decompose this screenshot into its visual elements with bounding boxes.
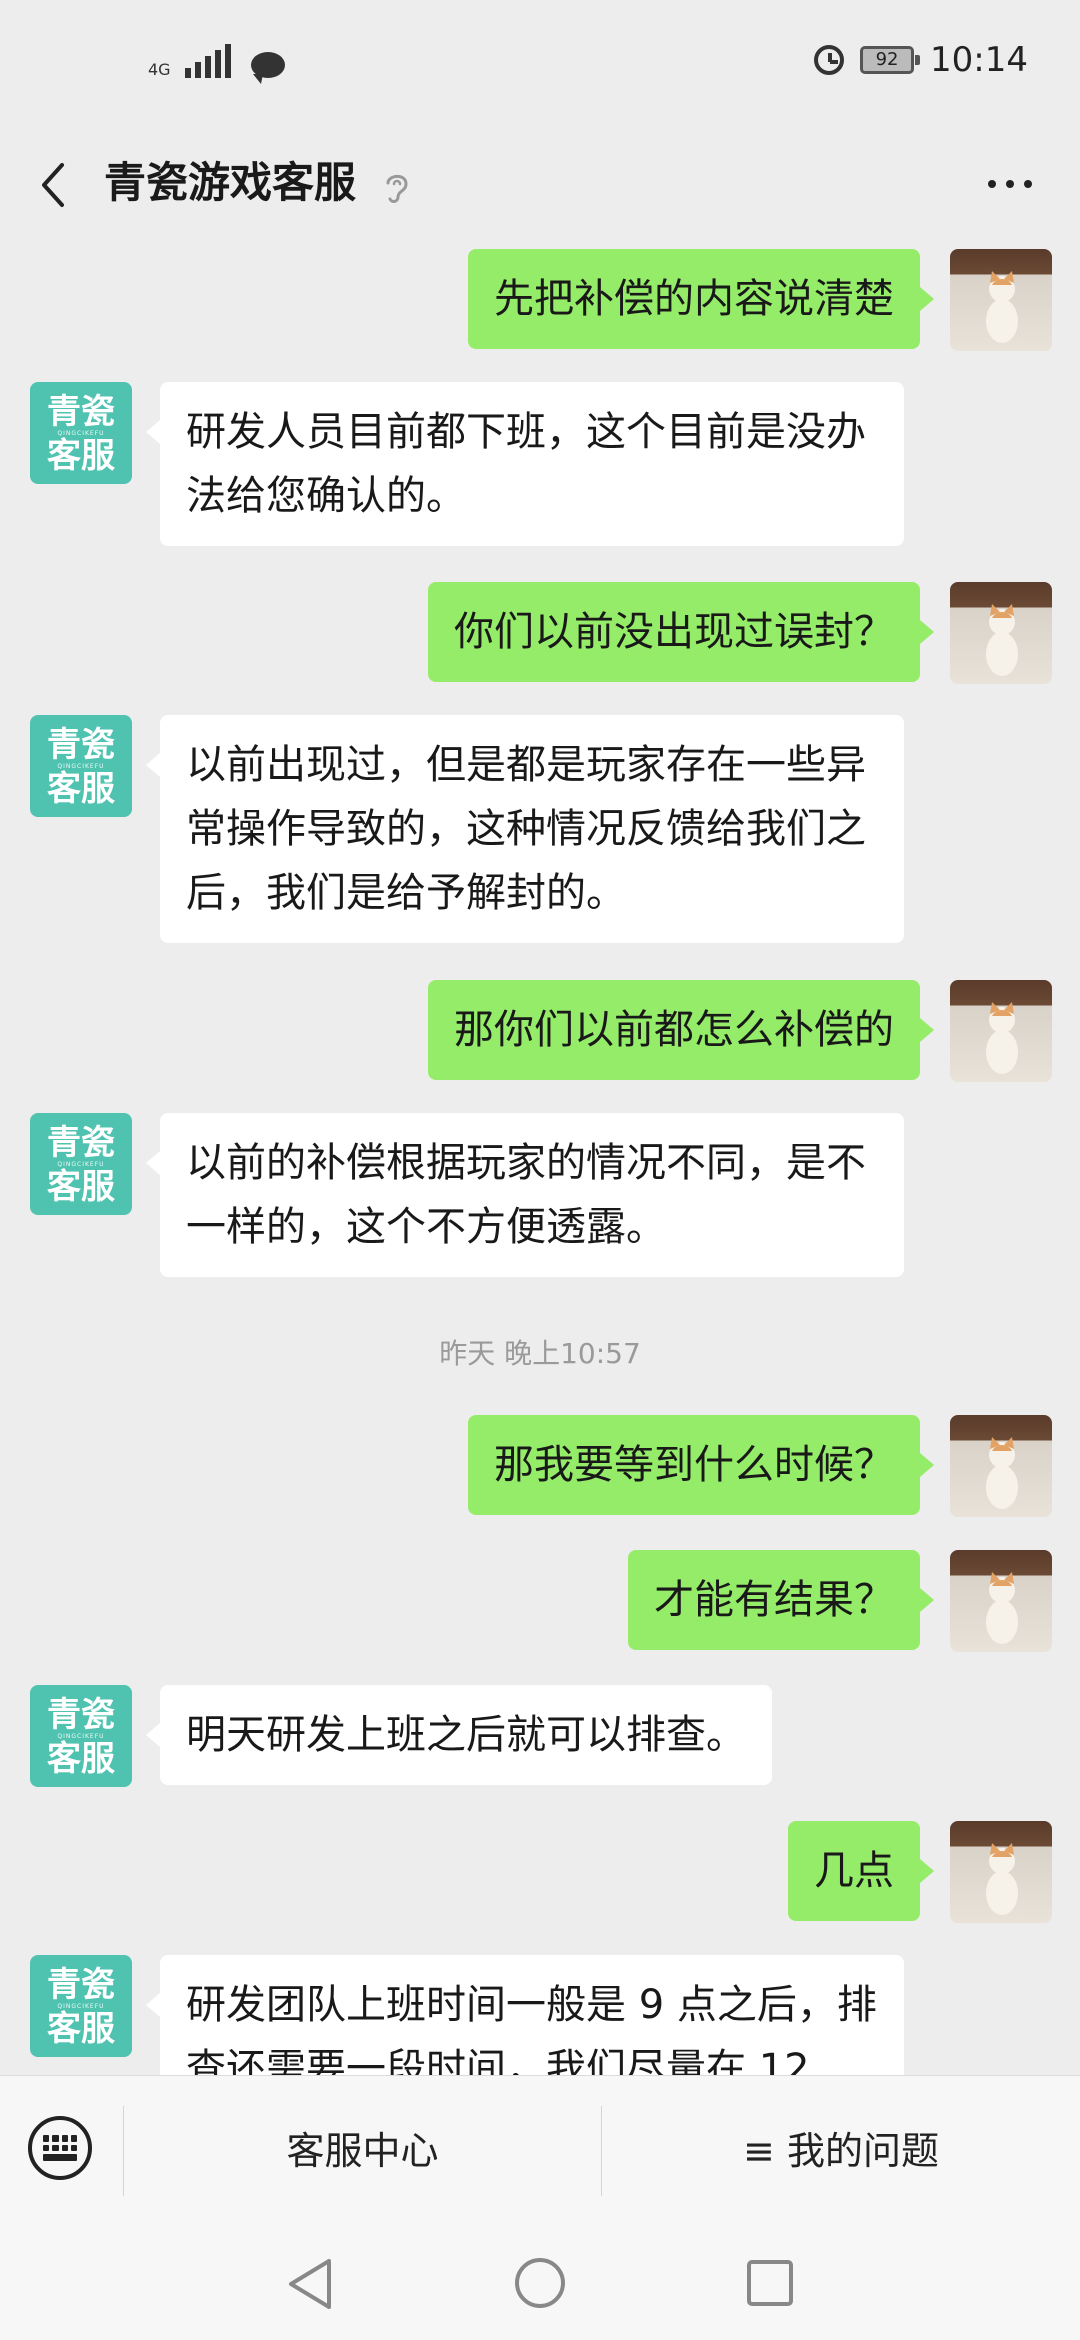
avatar-text-bottom: 客服 — [47, 2009, 115, 2049]
timestamp: 昨天 晚上10:57 — [439, 1337, 641, 1370]
service-avatar[interactable]: 青瓷 QINGCIKEFU 客服 — [30, 1113, 132, 1215]
network-type: 4G — [148, 60, 171, 79]
battery-indicator: 92 — [860, 46, 921, 74]
incoming-message[interactable]: 研发人员目前都下班，这个目前是没办法给您确认的。 — [146, 382, 904, 546]
dot — [1024, 180, 1032, 188]
avatar-subtext: QINGCIKEFU — [57, 763, 105, 770]
cat-icon — [986, 1002, 1018, 1074]
avatar-text-bottom: 客服 — [47, 1739, 115, 1779]
service-avatar[interactable]: 青瓷 QINGCIKEFU 客服 — [30, 1685, 132, 1787]
avatar-text-bottom: 客服 — [47, 436, 115, 476]
bottom-menu-bar: 客服中心 ≡ 我的问题 — [0, 2075, 1080, 2226]
page-title: 青瓷游戏客服 — [104, 158, 357, 207]
avatar-text-top: 青瓷 — [47, 1965, 115, 2005]
square-recents-icon[interactable] — [745, 2258, 795, 2308]
more-button[interactable] — [980, 169, 1040, 199]
dot — [1006, 180, 1014, 188]
avatar-text-top: 青瓷 — [47, 392, 115, 432]
service-avatar[interactable]: 青瓷 QINGCIKEFU 客服 — [30, 715, 132, 817]
chat-header: 青瓷游戏客服 — [0, 135, 1080, 235]
avatar-text-bottom: 客服 — [47, 1167, 115, 1207]
user-avatar[interactable] — [950, 1550, 1052, 1652]
cat-icon — [986, 604, 1018, 676]
avatar-subtext: QINGCIKEFU — [57, 430, 105, 437]
circle-home-icon[interactable] — [514, 2257, 566, 2309]
my-questions-button[interactable]: ≡ 我的问题 — [602, 2076, 1080, 2226]
incoming-message[interactable]: 以前出现过，但是都是玩家存在一些异常操作导致的，这种情况反馈给我们之后，我们是给… — [146, 715, 904, 943]
avatar-text-top: 青瓷 — [47, 1695, 115, 1735]
avatar-subtext: QINGCIKEFU — [57, 2003, 105, 2010]
outgoing-message[interactable]: 才能有结果？ — [628, 1550, 934, 1650]
outgoing-message[interactable]: 你们以前没出现过误封？ — [428, 582, 934, 682]
triangle-back-icon[interactable] — [285, 2257, 335, 2311]
cat-icon — [986, 1572, 1018, 1644]
clock: 10:14 — [930, 40, 1028, 80]
alarm-icon — [814, 45, 845, 75]
chat-area[interactable]: 先把补偿的内容说清楚 青瓷 QINGCIKEFU 客服 研发人员目前都下班，这个… — [0, 235, 1080, 2075]
avatar-subtext: QINGCIKEFU — [57, 1733, 105, 1740]
user-avatar[interactable] — [950, 1415, 1052, 1517]
cat-icon — [986, 1437, 1018, 1509]
avatar-text-top: 青瓷 — [47, 1123, 115, 1163]
user-avatar[interactable] — [950, 249, 1052, 351]
incoming-message[interactable]: 以前的补偿根据玩家的情况不同，是不一样的，这个不方便透露。 — [146, 1113, 904, 1277]
outgoing-message[interactable]: 先把补偿的内容说清楚 — [468, 249, 934, 349]
cat-icon — [986, 271, 1018, 343]
service-avatar[interactable]: 青瓷 QINGCIKEFU 客服 — [30, 382, 132, 484]
service-center-button[interactable]: 客服中心 — [124, 2076, 601, 2226]
outgoing-message[interactable]: 那我要等到什么时候？ — [468, 1415, 934, 1515]
avatar-text-bottom: 客服 — [47, 769, 115, 809]
outgoing-message[interactable]: 那你们以前都怎么补偿的 — [428, 980, 934, 1080]
service-avatar[interactable]: 青瓷 QINGCIKEFU 客服 — [30, 1955, 132, 2057]
back-button[interactable] — [34, 155, 94, 215]
avatar-text-top: 青瓷 — [47, 725, 115, 765]
status-bar: 4G 92 10:14 — [0, 0, 1080, 135]
user-avatar[interactable] — [950, 1821, 1052, 1923]
status-left: 4G — [148, 44, 285, 84]
status-right: 92 10:14 — [814, 40, 1028, 80]
ear-icon — [382, 169, 412, 205]
system-nav-bar — [0, 2225, 1080, 2340]
avatar-subtext: QINGCIKEFU — [57, 1161, 105, 1168]
incoming-message[interactable]: 明天研发上班之后就可以排查。 — [146, 1685, 772, 1785]
outgoing-message[interactable]: 几点 — [788, 1821, 934, 1921]
user-avatar[interactable] — [950, 980, 1052, 1082]
dot — [988, 180, 996, 188]
cat-icon — [986, 1843, 1018, 1915]
user-avatar[interactable] — [950, 582, 1052, 684]
incoming-message[interactable]: 研发团队上班时间一般是 9 点之后，排查还需要一段时间，我们尽量在 12 — [146, 1955, 904, 2075]
message-notification-icon — [250, 52, 285, 84]
keyboard-icon[interactable] — [28, 2116, 92, 2180]
chevron-left-icon — [42, 163, 64, 207]
signal-icon — [184, 44, 231, 78]
